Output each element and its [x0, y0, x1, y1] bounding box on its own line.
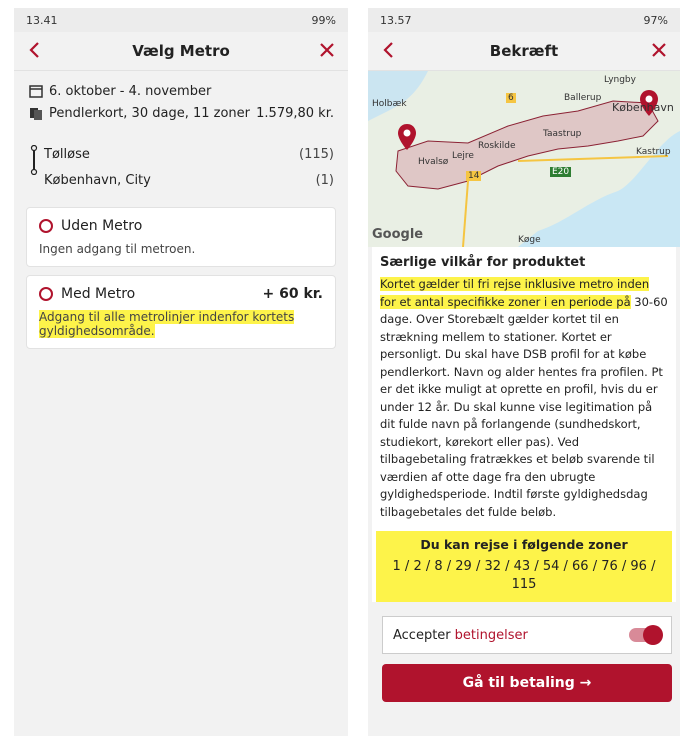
status-battery: 97%: [643, 13, 668, 27]
zones-title: Du kan rejse i følgende zoner: [420, 537, 628, 552]
terms-heading: Særlige vilkår for produktet: [380, 255, 586, 270]
road-label: 6: [506, 93, 516, 103]
map-label: Køge: [518, 235, 541, 245]
stop-name: Tølløse: [44, 146, 90, 162]
google-logo: Google: [372, 227, 424, 242]
trip-dates: 6. oktober - 4. november: [49, 83, 212, 99]
app-bar: Bekræft: [368, 32, 680, 71]
terms-text: Kortet gælder til fri rejse inklusive me…: [380, 276, 668, 521]
map-label: Kastrup: [636, 147, 671, 157]
map-label: Lejre: [452, 151, 474, 161]
page-title: Bekræft: [489, 42, 559, 60]
option-card-with-metro[interactable]: Med Metro + 60 kr. Adgang til alle metro…: [26, 275, 336, 349]
status-battery: 99%: [311, 13, 336, 27]
close-icon[interactable]: [648, 39, 670, 61]
terms-link[interactable]: betingelser: [455, 628, 528, 643]
option-price: + 60 kr.: [262, 286, 324, 302]
radio-button[interactable]: [39, 219, 53, 233]
app-bar: Vælg Metro: [14, 32, 348, 71]
stop-name: København, City: [44, 172, 151, 188]
phone-screen-confirm: 13.57 97% Bekræft Lyngby Holbæk Ballerup…: [368, 8, 680, 736]
accept-label: Accepter: [393, 627, 451, 643]
option-description: Adgang til alle metrolinjer indenfor kor…: [39, 310, 323, 338]
route: Tølløse (115) København, City (1): [14, 133, 348, 193]
back-icon[interactable]: [378, 39, 400, 61]
stop-zone: (115): [299, 146, 334, 162]
stop-zone: (1): [315, 172, 334, 188]
trip-summary: 6. oktober - 4. november Pendlerkort, 30…: [14, 71, 348, 133]
radio-button[interactable]: [39, 287, 53, 301]
map-label: Holbæk: [372, 99, 407, 109]
status-bar: 13.41 99%: [14, 8, 348, 32]
map-graphic: [368, 71, 680, 247]
stop-origin: Tølløse (115): [28, 141, 334, 167]
accept-toggle[interactable]: [629, 625, 663, 645]
map-label: København: [612, 101, 674, 114]
zones-list: 1 / 2 / 8 / 29 / 32 / 43 / 54 / 66 / 76 …: [392, 559, 656, 592]
map-label: Hvalsø: [418, 157, 449, 167]
road-label: E20: [550, 167, 572, 177]
stop-destination: København, City (1): [28, 167, 334, 193]
ticket-type: Pendlerkort, 30 dage, 11 zoner: [49, 105, 250, 121]
terms-body: 30-60 dage. Over Storebælt gælder kortet…: [380, 294, 668, 519]
option-description: Ingen adgang til metroen.: [39, 242, 196, 256]
phone-screen-metro: 13.41 99% Vælg Metro 6. oktober - 4. nov…: [14, 8, 348, 736]
option-title: Med Metro: [61, 286, 136, 302]
route-line-icon: [30, 145, 38, 175]
status-time: 13.57: [380, 13, 412, 27]
accept-terms-row[interactable]: Accepter betingelser: [382, 616, 672, 654]
status-time: 13.41: [26, 13, 58, 27]
ticket-price: 1.579,80 kr.: [256, 105, 334, 121]
highlighted-text: Adgang til alle metrolinjer indenfor kor…: [39, 310, 295, 338]
zones-box: Du kan rejse i følgende zoner 1 / 2 / 8 …: [376, 531, 672, 602]
page-title: Vælg Metro: [132, 42, 230, 60]
zone-map[interactable]: Lyngby Holbæk Ballerup København Roskild…: [368, 71, 680, 247]
back-icon[interactable]: [24, 39, 46, 61]
map-label: Ballerup: [564, 93, 602, 103]
origin-pin-icon: [398, 124, 416, 150]
map-label: Roskilde: [478, 141, 516, 151]
ticket-icon: [30, 108, 42, 120]
highlighted-text: Kortet gælder til fri rejse inklusive me…: [380, 277, 650, 309]
option-title: Uden Metro: [61, 218, 143, 234]
map-label: Lyngby: [604, 75, 636, 85]
map-label: Taastrup: [543, 129, 582, 139]
go-to-payment-button[interactable]: Gå til betaling →: [382, 664, 672, 702]
road-label: 14: [466, 171, 482, 181]
terms-panel: Særlige vilkår for produktet Kortet gæld…: [372, 247, 676, 602]
status-bar: 13.57 97%: [368, 8, 680, 32]
close-icon[interactable]: [316, 39, 338, 61]
toggle-knob: [643, 625, 663, 645]
option-card-without-metro[interactable]: Uden Metro Ingen adgang til metroen.: [26, 207, 336, 267]
calendar-icon: [29, 85, 43, 98]
